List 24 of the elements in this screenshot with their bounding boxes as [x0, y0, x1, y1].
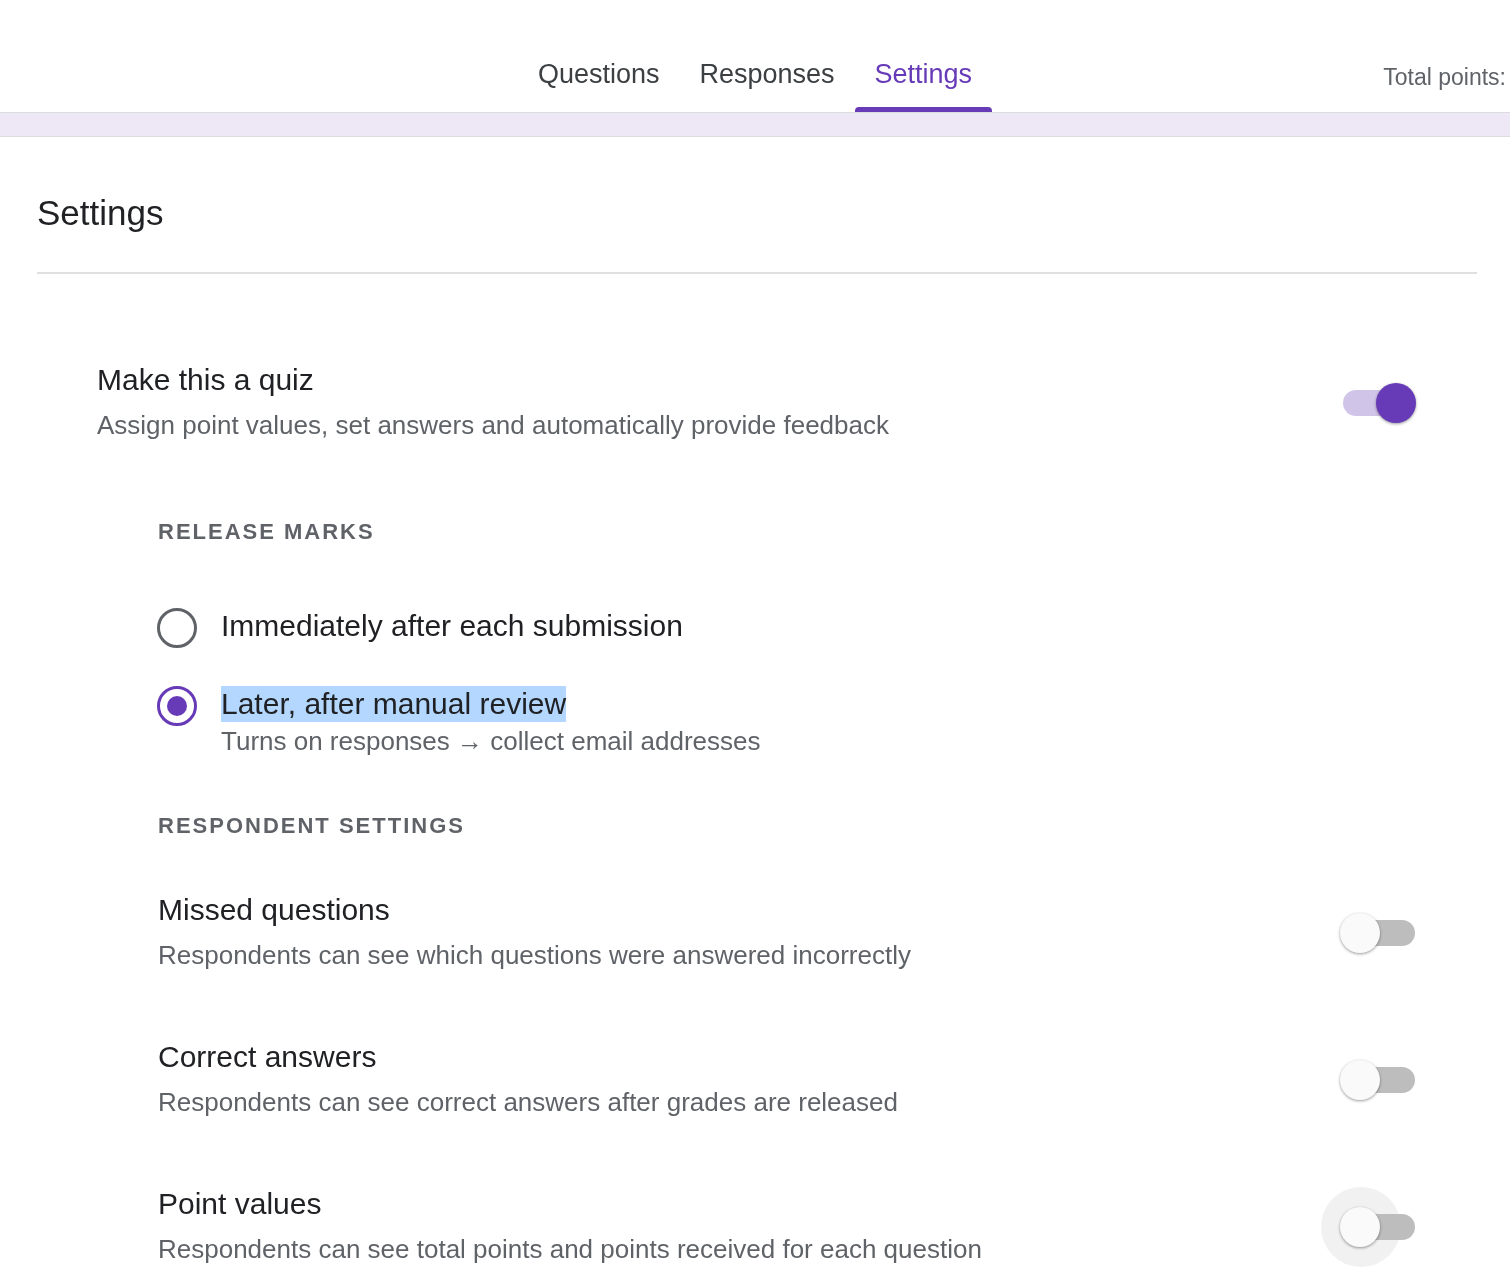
- setting-title: Missed questions: [158, 891, 391, 928]
- tab[interactable]: Questions: [517, 0, 680, 112]
- setting-title: Point values: [158, 1185, 323, 1222]
- setting-description: Assign point values, set answers and automatically provide feedback: [97, 408, 889, 442]
- radio-button[interactable]: [157, 607, 197, 648]
- tab[interactable]: Settings: [854, 0, 993, 112]
- toggle-switch[interactable]: [1341, 1060, 1417, 1100]
- toggle-switch[interactable]: [1341, 913, 1417, 953]
- toggle-switch[interactable]: [1341, 383, 1417, 423]
- section-heading: RESPONDENT SETTINGS: [157, 811, 466, 840]
- setting-title: Correct answers: [158, 1038, 378, 1075]
- section-heading: RELEASE MARKS: [157, 517, 376, 546]
- page-heading: Settings: [36, 192, 165, 234]
- option-label[interactable]: Immediately after each submission: [221, 607, 683, 644]
- toggle-switch[interactable]: [1341, 1207, 1417, 1247]
- total-points-label: Total points:: [1383, 63, 1506, 92]
- setting-title: Make this a quiz: [97, 361, 315, 398]
- radio-button[interactable]: [157, 685, 197, 726]
- setting-description: Respondents can see correct answers after grades are released: [158, 1085, 898, 1119]
- setting-description: Respondents can see which questions were answered incorrectly: [158, 938, 911, 972]
- tab[interactable]: Responses: [679, 0, 855, 112]
- option-label[interactable]: Later, after manual review: [221, 685, 567, 722]
- setting-description: Respondents can see total points and points received for each question: [158, 1232, 982, 1266]
- option-description: Turns on responses → collect email addresses: [221, 724, 761, 758]
